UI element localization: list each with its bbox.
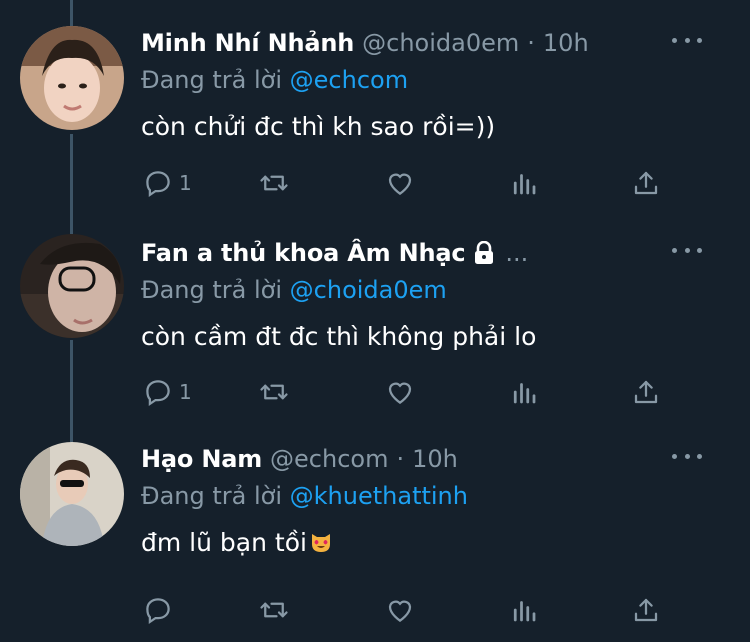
- reply-icon: [146, 171, 170, 197]
- lock-icon: [475, 241, 494, 264]
- share-icon: [634, 171, 658, 195]
- display-name[interactable]: Hạo Nam: [141, 445, 262, 473]
- separator-dot: ·: [527, 29, 535, 57]
- replying-to-label: Đang trả lời: [141, 66, 283, 94]
- analytics-button[interactable]: [509, 372, 539, 412]
- more-icon[interactable]: [672, 446, 702, 466]
- like-icon: [388, 173, 412, 195]
- replying-to-label: Đang trả lời: [141, 276, 283, 304]
- display-name[interactable]: Minh Nhí Nhảnh: [141, 29, 354, 57]
- analytics-icon: [513, 601, 536, 622]
- replying-to-label: Đang trả lời: [141, 482, 283, 510]
- reply-icon: [146, 598, 170, 624]
- tweet-text: còn cầm đt đc thì không phải lo: [141, 322, 537, 351]
- user-handle[interactable]: @choida0em: [362, 29, 519, 57]
- display-name[interactable]: Fan a thủ khoa Âm Nhạc: [141, 239, 466, 267]
- tweet-text: còn chửi đc thì kh sao rồi=)): [141, 112, 496, 141]
- tweet-actions: 1: [141, 372, 681, 412]
- replying-to: Đang trả lời @khuethattinh: [141, 482, 730, 516]
- tweet[interactable]: Minh Nhí Nhảnh @choida0em · 10h Đang trả…: [0, 0, 750, 212]
- tweet-actions: [141, 590, 681, 630]
- tweet-text-row: đm lũ bạn tồi: [141, 528, 730, 557]
- reply-button[interactable]: 1: [143, 372, 192, 412]
- user-handle[interactable]: @echcom: [270, 445, 388, 473]
- retweet-icon: [260, 384, 288, 400]
- reply-button[interactable]: 1: [143, 163, 192, 203]
- analytics-button[interactable]: [509, 590, 539, 630]
- avatar[interactable]: [20, 442, 124, 546]
- timestamp[interactable]: 10h: [412, 445, 458, 473]
- retweet-button[interactable]: [259, 163, 289, 203]
- like-icon: [388, 382, 412, 404]
- share-icon: [634, 598, 658, 622]
- like-button[interactable]: [385, 590, 415, 630]
- timestamp[interactable]: 10h: [543, 29, 589, 57]
- replying-to: Đang trả lời @echcom: [141, 66, 730, 100]
- analytics-icon: [513, 383, 536, 404]
- retweet-button[interactable]: [259, 372, 289, 412]
- tweet-text: đm lũ bạn tồi: [141, 528, 307, 557]
- replying-to: Đang trả lời @choida0em: [141, 276, 730, 310]
- like-button[interactable]: [385, 163, 415, 203]
- like-button[interactable]: [385, 372, 415, 412]
- avatar[interactable]: [20, 26, 124, 130]
- replying-to-handle[interactable]: @khuethattinh: [290, 482, 468, 510]
- more-icon[interactable]: [672, 30, 702, 50]
- reply-button[interactable]: [143, 590, 179, 630]
- share-button[interactable]: [631, 372, 661, 412]
- reply-count: 1: [179, 380, 192, 404]
- avatar[interactable]: [20, 234, 124, 338]
- replying-to-handle[interactable]: @choida0em: [290, 276, 447, 304]
- retweet-icon: [260, 602, 288, 618]
- more-icon[interactable]: [672, 240, 702, 260]
- replying-to-handle[interactable]: @echcom: [290, 66, 408, 94]
- share-button[interactable]: [631, 163, 661, 203]
- tweet[interactable]: Fan a thủ khoa Âm Nhạc ... Đang trả lời …: [0, 212, 750, 426]
- share-icon: [634, 380, 658, 404]
- retweet-button[interactable]: [259, 590, 289, 630]
- heart-eyes-cat-emoji: [311, 534, 330, 552]
- reply-count: 1: [179, 171, 192, 195]
- retweet-icon: [260, 175, 288, 191]
- tweet[interactable]: Hạo Nam @echcom · 10h Đang trả lời @khue…: [0, 426, 750, 642]
- share-button[interactable]: [631, 590, 661, 630]
- reply-icon: [146, 380, 170, 406]
- separator-dot: ·: [396, 445, 405, 473]
- tweet-actions: 1: [141, 163, 681, 203]
- like-icon: [388, 600, 412, 622]
- analytics-button[interactable]: [509, 163, 539, 203]
- analytics-icon: [513, 174, 536, 195]
- name-truncation: ...: [505, 239, 529, 267]
